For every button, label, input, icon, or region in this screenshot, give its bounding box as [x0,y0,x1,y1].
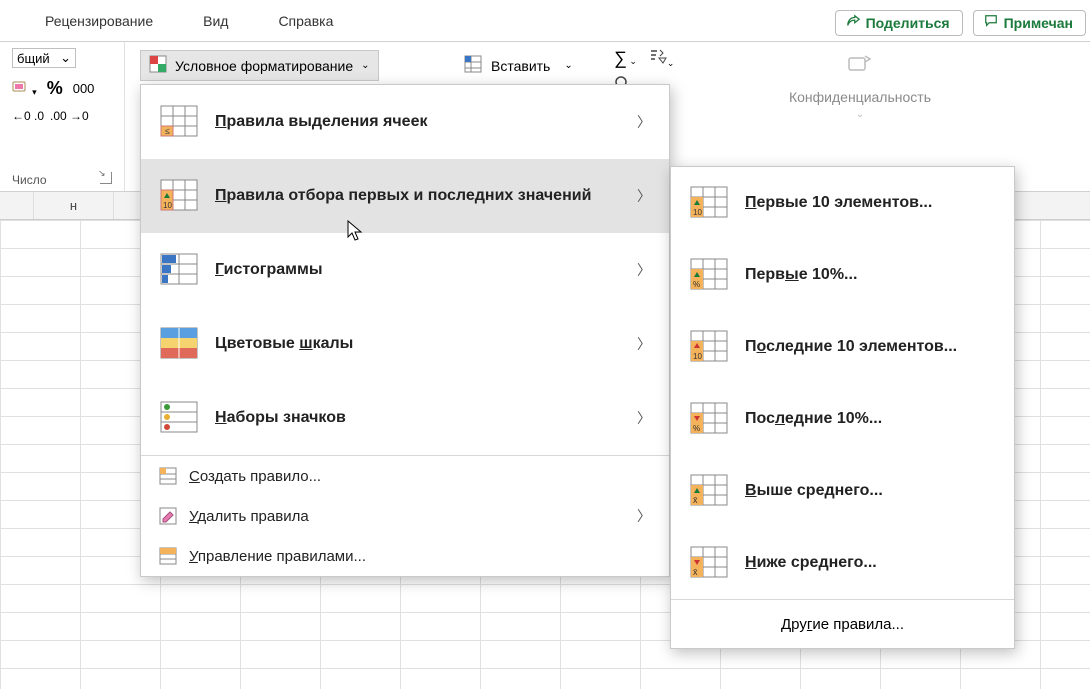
menu-item-label: Правила отбора первых и последних значен… [215,187,621,205]
comments-button[interactable]: Примечан [973,10,1086,36]
submenu-more-rules[interactable]: Другие правила... [671,600,1014,648]
above-avg-icon: x̄ [689,471,729,511]
menu-item-label: Правила выделения ячеек [215,113,621,131]
conditional-formatting-button[interactable]: Условное форматирование ⌄ [140,50,379,81]
chevron-right-icon: 〉 [637,506,651,526]
share-row: Поделиться Примечан [835,10,1090,36]
new-rule-icon [159,467,177,485]
svg-text:≤: ≤ [165,126,170,136]
tab-view[interactable]: Вид [203,13,228,29]
chevron-right-icon: 〉 [637,334,651,354]
insert-cells-button[interactable]: Вставить ⌄ [455,50,581,81]
svg-text:%: % [693,424,700,433]
menu-top-bottom-rules[interactable]: 10 Правила отбора первых и последних зна… [141,159,669,233]
menu-item-label: Удалить правила [189,508,625,525]
chevron-right-icon: 〉 [637,186,651,206]
share-icon [846,14,860,31]
comment-icon [984,14,998,31]
menu-item-label: Цветовые шкалы [215,335,621,353]
chevron-right-icon: 〉 [637,260,651,280]
submenu-bottom-10-percent[interactable]: % Последние 10%... [671,383,1014,455]
menu-new-rule[interactable]: Создать правило... [141,456,669,496]
decrease-decimal-button[interactable]: .00 →0 [50,109,89,123]
manage-rules-icon [159,547,177,565]
chevron-down-icon: ⌄ [361,60,369,71]
conditional-formatting-icon [149,55,167,76]
menu-color-scales[interactable]: Цветовые шкалы 〉 [141,307,669,381]
insert-cells-icon [463,54,483,77]
svg-text:x̄: x̄ [693,567,698,577]
menu-item-label: Первые 10%... [745,266,996,284]
conditional-formatting-menu: ≤ Правила выделения ячеек 〉 10 Правила о… [140,84,670,577]
increase-decimal-button[interactable]: ←0 .0 [12,109,44,123]
currency-dropdown[interactable]: ▾ [12,79,37,99]
submenu-top-10-items[interactable]: 10 Первые 10 элементов... [671,167,1014,239]
comments-label: Примечан [1004,15,1073,31]
confidentiality-group[interactable]: Конфиденциальность ⌄ [760,48,960,120]
chevron-right-icon: 〉 [637,408,651,428]
menu-item-label: Ниже среднего... [745,554,996,572]
tab-review[interactable]: Рецензирование [45,13,153,29]
submenu-bottom-10-items[interactable]: 10 Последние 10 элементов... [671,311,1014,383]
dialog-launcher-number[interactable] [100,172,112,187]
column-header[interactable]: н [34,192,114,219]
share-button[interactable]: Поделиться [835,10,963,36]
number-group: бщий ⌄ ▾ % 000 ←0 .0 .00 →0 Число [0,42,125,191]
menu-data-bars[interactable]: Гистограммы 〉 [141,233,669,307]
comma-style-button[interactable]: 000 [73,81,95,96]
svg-text:10: 10 [163,201,172,210]
svg-text:%: % [693,280,700,289]
submenu-below-average[interactable]: x̄ Ниже среднего... [671,527,1014,599]
percent-button[interactable]: % [47,78,63,99]
bottom10-pct-icon: % [689,399,729,439]
clear-rules-icon [159,507,177,525]
insert-cells-label: Вставить [491,58,550,74]
menu-item-label: Управление правилами... [189,548,651,565]
bottom10-items-icon: 10 [689,327,729,367]
menu-item-label: Наборы значков [215,409,621,427]
sort-filter-button[interactable]: ⌄ [649,48,675,69]
chevron-down-icon: ⌄ [564,60,572,71]
color-scales-icon [159,324,199,364]
autosum-button[interactable]: ∑ ⌄ [614,48,637,69]
icon-sets-icon [159,398,199,438]
tab-help[interactable]: Справка [278,13,333,29]
top-bottom-rules-submenu: 10 Первые 10 элементов... % Первые 10%..… [670,166,1015,649]
confidentiality-label: Конфиденциальность [789,89,931,105]
conditional-formatting-label: Условное форматирование [175,58,353,74]
menu-manage-rules[interactable]: Управление правилами... [141,536,669,576]
menu-clear-rules[interactable]: Удалить правила 〉 [141,496,669,536]
svg-text:10: 10 [693,352,702,361]
menu-item-label: Последние 10 элементов... [745,338,996,356]
menu-item-label: Последние 10%... [745,410,996,428]
number-group-label: Число [12,173,47,187]
top-bottom-icon: 10 [159,176,199,216]
menu-item-label: Первые 10 элементов... [745,194,996,212]
highlight-cells-icon: ≤ [159,102,199,142]
menu-item-label: Выше среднего... [745,482,996,500]
chevron-down-icon: ⌄ [760,109,960,120]
number-format-select[interactable]: бщий ⌄ [12,48,76,68]
menu-item-label: Гистограммы [215,261,621,279]
number-format-value: бщий [17,51,50,66]
submenu-above-average[interactable]: x̄ Выше среднего... [671,455,1014,527]
submenu-top-10-percent[interactable]: % Первые 10%... [671,239,1014,311]
chevron-right-icon: 〉 [637,112,651,132]
confidentiality-icon [760,48,960,85]
svg-text:x̄: x̄ [693,495,698,505]
below-avg-icon: x̄ [689,543,729,583]
menu-item-label: Создать правило... [189,468,651,485]
menu-icon-sets[interactable]: Наборы значков 〉 [141,381,669,455]
svg-text:10: 10 [693,208,702,217]
menu-highlight-cells-rules[interactable]: ≤ Правила выделения ячеек 〉 [141,85,669,159]
top10-items-icon: 10 [689,183,729,223]
chevron-down-icon: ⌄ [60,50,71,66]
top10-pct-icon: % [689,255,729,295]
data-bars-icon [159,250,199,290]
share-label: Поделиться [866,15,950,31]
